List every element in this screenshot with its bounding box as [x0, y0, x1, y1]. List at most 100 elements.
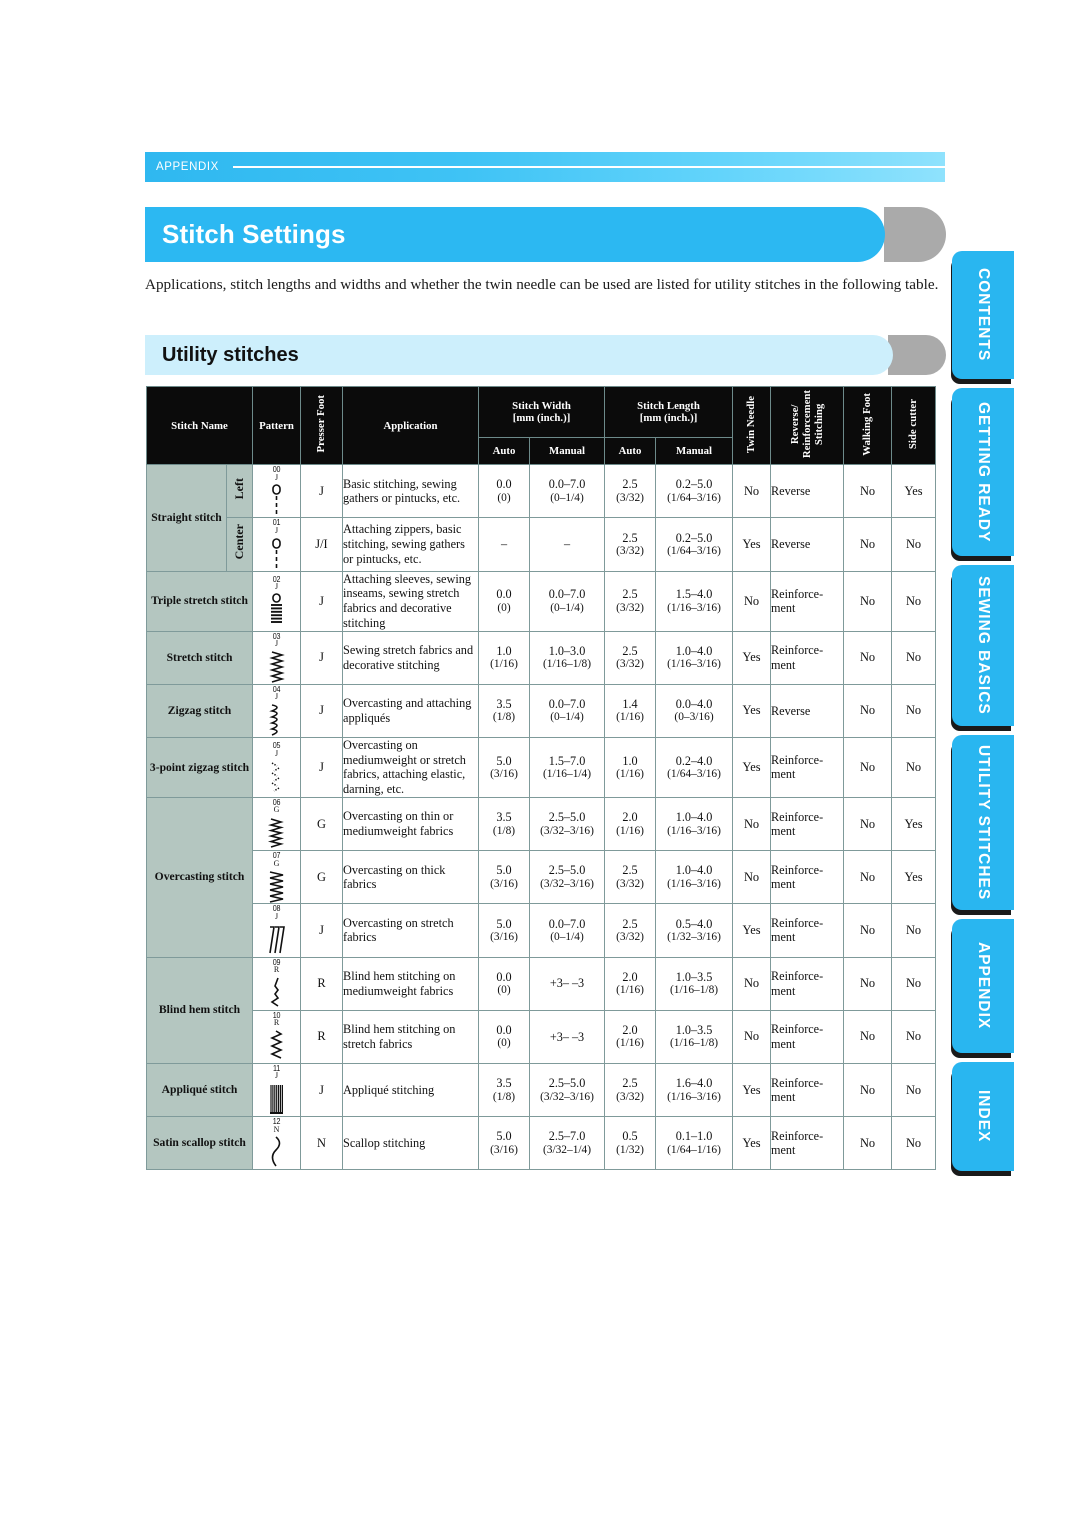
title-bar-body: Stitch Settings — [145, 207, 885, 262]
pattern-foot-letter: J — [274, 1071, 279, 1081]
length-manual-cell: 0.5–4.0 (1/32–3/16) — [655, 903, 734, 958]
width-auto-cell: 0.0 (0) — [478, 1009, 530, 1064]
length-auto-cell: 2.5 (3/32) — [604, 850, 657, 905]
application-cell: Attaching zippers, basic stitching, sewi… — [342, 517, 479, 572]
reverse-reinforcement-cell: Reinforce-ment — [770, 956, 845, 1011]
presser-foot-cell: J — [300, 683, 343, 738]
length-manual-cell: 0.1–1.0 (1/64–1/16) — [655, 1116, 734, 1171]
side-tab-getting-ready[interactable]: GETTING READY — [952, 388, 1014, 556]
side-tab-contents[interactable]: CONTENTS — [952, 251, 1014, 379]
presser-foot-cell: J — [300, 570, 343, 632]
length-manual-cell: 1.0–3.5 (1/16–1/8) — [655, 1009, 734, 1064]
reverse-reinforcement-cell: Reverse — [770, 683, 845, 738]
table-row: Appliqué stitch 11 J J Appliqué stitching 3.5… — [146, 1062, 937, 1118]
stretch-stitch-icon — [253, 650, 300, 684]
reverse-reinforcement-cell: Reinforce-ment — [770, 630, 845, 685]
length-auto-cell: 2.0 (1/16) — [604, 956, 657, 1011]
application-cell: Attaching sleeves, sewing inseams, sewin… — [342, 570, 479, 632]
stitch-name-cell: Blind hem stitch — [146, 956, 253, 1064]
length-manual-cell: 1.0–4.0 (1/16–3/16) — [655, 630, 734, 685]
stitch-name-cell: Overcasting stitch — [146, 796, 253, 958]
presser-foot-cell: J — [300, 903, 343, 958]
width-manual-cell: 2.5–7.0 (3/32–1/4) — [528, 1116, 606, 1171]
th-pattern: Pattern — [252, 385, 301, 466]
table-row: Zigzag stitch 04 J J Overcasting and attachi… — [146, 683, 937, 738]
table-row: Stretch stitch 03 J J Sewing stretch fabrics… — [146, 630, 937, 685]
pattern-number: 06 — [272, 796, 281, 807]
presser-foot-cell: J/I — [300, 517, 343, 572]
width-auto-cell: 5.0 (3/16) — [478, 850, 530, 905]
reverse-reinforcement-cell: Reinforce-ment — [770, 736, 845, 798]
pattern-foot-letter: R — [273, 1018, 280, 1028]
triple-stretch-icon — [253, 593, 300, 627]
width-auto-cell: 5.0 (3/16) — [478, 1116, 530, 1171]
th-presser-foot: Presser Foot — [300, 385, 343, 466]
reverse-reinforcement-cell: Reinforce-ment — [770, 1116, 845, 1171]
th-twin-needle: Twin Needle — [732, 385, 772, 466]
length-manual-cell: 0.0–4.0 (0–3/16) — [655, 683, 734, 738]
title-bar-crescent — [884, 207, 946, 262]
width-auto-cell: 0.0 (0) — [478, 956, 530, 1011]
pattern-number: 01 — [272, 517, 281, 528]
side-cutter-cell: No — [891, 630, 937, 685]
side-tab-sewing-basics[interactable]: SEWING BASICS — [952, 565, 1014, 726]
zigzag-icon — [253, 703, 300, 737]
application-cell: Basic stitching, sewing gathers or pintu… — [342, 464, 479, 519]
walking-foot-cell: No — [843, 1062, 893, 1118]
side-cutter-cell: No — [891, 1009, 937, 1064]
side-cutter-cell: No — [891, 956, 937, 1011]
table-body: Straight stitch Left 00 J J Basic stitching, … — [146, 464, 937, 1171]
walking-foot-cell: No — [843, 903, 893, 958]
application-cell: Appliqué stitching — [342, 1062, 479, 1118]
side-tab-utility-stitches[interactable]: UTILITY STITCHES — [952, 735, 1014, 910]
presser-foot-cell: J — [300, 736, 343, 798]
th-application: Application — [342, 385, 479, 466]
application-cell: Blind hem stitching on stretch fabrics — [342, 1009, 479, 1064]
table-row: 10 R R Blind hem stitching on stretch fabri… — [147, 1009, 937, 1064]
pattern-cell: 10 R — [252, 1009, 301, 1064]
side-cutter-cell: No — [891, 1116, 937, 1171]
pattern-number: 09 — [272, 956, 281, 967]
running-header-label: APPENDIX — [156, 161, 219, 173]
overcasting-thick-icon — [253, 869, 300, 904]
table-row: Blind hem stitch 09 R R Blind hem stitching … — [146, 956, 937, 1064]
width-manual-cell: 2.5–5.0 (3/32–3/16) — [528, 796, 606, 852]
pattern-number: 00 — [272, 464, 281, 475]
table-row: Overcasting stitch 06 G G Overcasting on thi… — [146, 796, 937, 958]
pattern-foot-letter: J — [274, 582, 279, 592]
page-title: Stitch Settings — [162, 219, 346, 249]
twin-needle-cell: No — [732, 796, 772, 852]
presser-foot-cell: G — [300, 796, 343, 852]
side-tab-appendix[interactable]: APPENDIX — [952, 919, 1014, 1053]
th-walking-foot: Walking Foot — [843, 385, 893, 466]
blind-hem-stretch-icon — [253, 1029, 300, 1063]
width-manual-cell: 1.5–7.0 (1/16–1/4) — [528, 736, 606, 798]
application-cell: Overcasting on mediumweight or stretch f… — [342, 736, 479, 798]
three-point-zigzag-icon — [253, 760, 300, 794]
th-length-manual: Manual — [655, 437, 734, 466]
length-auto-cell: 2.0 (1/16) — [604, 1009, 657, 1064]
twin-needle-cell: No — [732, 464, 772, 519]
pattern-cell: 06 G — [252, 796, 301, 852]
length-auto-cell: 2.5 (3/32) — [604, 1062, 657, 1118]
pattern-cell: 11 J — [252, 1062, 301, 1118]
reverse-reinforcement-cell: Reinforce-ment — [770, 1062, 845, 1118]
pattern-cell: 08 J — [252, 903, 301, 958]
section-subtitle: Utility stitches — [162, 343, 299, 366]
pattern-number: 04 — [272, 683, 281, 694]
presser-foot-cell: G — [300, 850, 343, 905]
pattern-foot-letter: J — [274, 911, 279, 921]
walking-foot-cell: No — [843, 1116, 893, 1171]
stitch-position-label: Center — [232, 524, 246, 560]
length-manual-cell: 1.5–4.0 (1/16–3/16) — [655, 570, 734, 632]
side-tab-index[interactable]: INDEX — [952, 1062, 1014, 1171]
walking-foot-cell: No — [843, 683, 893, 738]
length-auto-cell: 1.0 (1/16) — [604, 736, 657, 798]
width-auto-cell: 5.0 (3/16) — [478, 736, 530, 798]
length-manual-cell: 0.2–5.0 (1/64–3/16) — [655, 517, 734, 572]
th-stitch-width: Stitch Width [mm (inch.)] — [477, 385, 606, 439]
walking-foot-cell: No — [843, 956, 893, 1011]
application-cell: Sewing stretch fabrics and decorative st… — [342, 630, 479, 685]
table-row: Triple stretch stitch 02 J J Attaching sleev… — [146, 570, 937, 632]
length-auto-cell: 2.5 (3/32) — [604, 570, 657, 632]
